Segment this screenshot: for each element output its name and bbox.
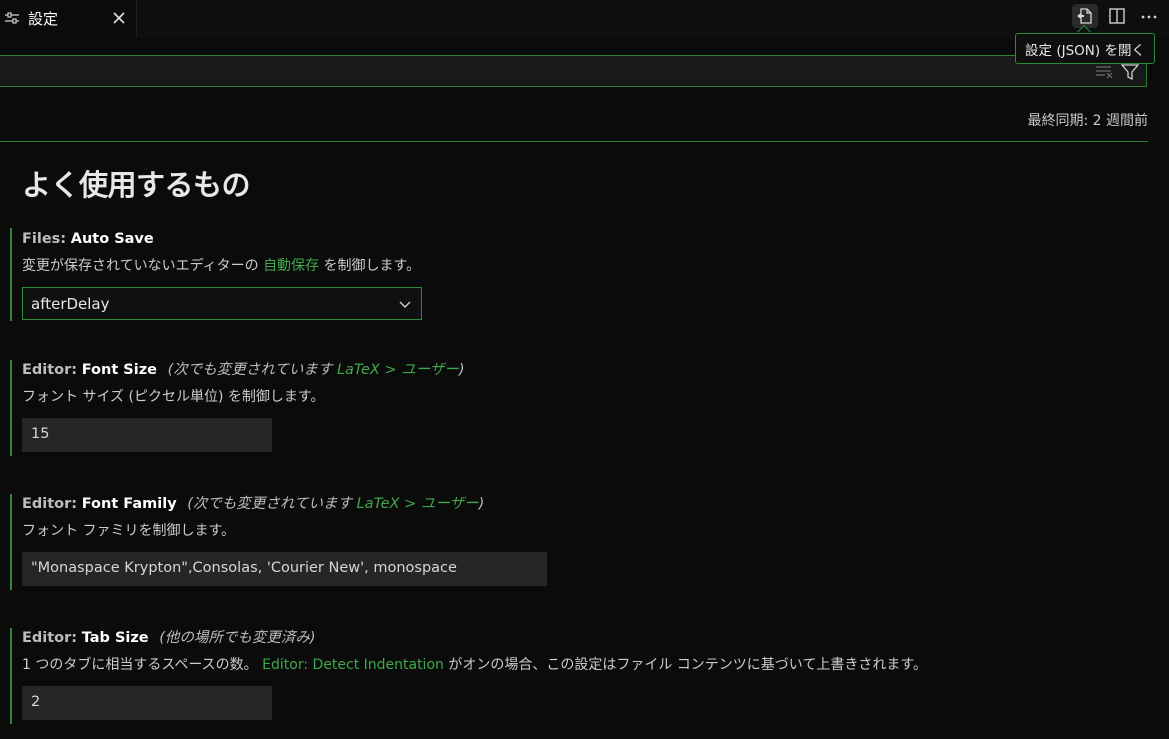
setting-description: 1 つのタブに相当するスペースの数。 Editor: Detect Indent…	[22, 656, 1140, 674]
setting-category: Editor:	[22, 362, 78, 378]
latex-user-link[interactable]: LaTeX > ユーザー	[357, 496, 479, 512]
clear-filter-icon[interactable]	[1095, 63, 1115, 81]
description-text: 1 つのタブに相当するスペースの数。	[22, 657, 258, 673]
setting-key: Font Family	[81, 496, 177, 512]
input-value: 15	[31, 426, 50, 442]
detect-indentation-link[interactable]: Editor: Detect Indentation	[262, 657, 444, 673]
description-text: がオンの場合、この設定はファイル コンテンツに基づいて上書きされます。	[448, 657, 927, 673]
settings-sliders-icon	[4, 10, 20, 26]
input-value: "Monaspace Krypton",Consolas, 'Courier N…	[31, 560, 457, 576]
setting-title: Editor: Font Size (次でも変更されています LaTeX > ユ…	[22, 360, 1140, 380]
setting-title: Files: Auto Save	[22, 229, 1140, 249]
tab-size-input[interactable]: 2	[22, 686, 272, 720]
split-editor-icon[interactable]	[1104, 4, 1130, 28]
setting-editor-tab-size: Editor: Tab Size (他の場所でも変更済み) 1 つのタブに相当す…	[10, 628, 1140, 724]
input-value: 2	[31, 694, 41, 710]
auto-save-dropdown[interactable]: afterDelay	[22, 287, 422, 320]
open-json-icon[interactable]	[1072, 4, 1098, 28]
tab-settings[interactable]: 設定	[0, 0, 137, 38]
setting-editor-font-size: Editor: Font Size (次でも変更されています LaTeX > ユ…	[10, 360, 1140, 456]
setting-description: 変更が保存されていないエディターの 自動保存 を制御します。	[22, 257, 1140, 275]
setting-editor-font-family: Editor: Font Family (次でも変更されています LaTeX >…	[10, 494, 1140, 590]
note-text: )	[478, 496, 485, 512]
modified-note: (次でも変更されています LaTeX > ユーザー)	[168, 362, 465, 378]
header-divider	[0, 141, 1148, 142]
setting-category: Editor:	[22, 496, 78, 512]
setting-title: Editor: Tab Size (他の場所でも変更済み)	[22, 628, 1140, 648]
note-text: (次でも変更されています	[167, 362, 333, 378]
filter-icon[interactable]	[1120, 63, 1140, 81]
setting-title: Editor: Font Family (次でも変更されています LaTeX >…	[22, 494, 1140, 514]
sync-status: 最終同期: 2 週間前	[1027, 113, 1148, 129]
open-json-tooltip: 設定 (JSON) を開く	[1015, 33, 1155, 64]
description-text: を制御します。	[323, 258, 421, 274]
note-text: (次でも変更されています	[187, 496, 352, 512]
close-icon[interactable]	[110, 9, 128, 27]
latex-user-link[interactable]: LaTeX > ユーザー	[337, 362, 459, 378]
setting-key: Tab Size	[81, 630, 149, 646]
font-size-input[interactable]: 15	[22, 418, 272, 452]
modified-note: (次でも変更されています LaTeX > ユーザー)	[187, 496, 484, 512]
search-input[interactable]	[7, 61, 1087, 81]
setting-files-auto-save: Files: Auto Save 変更が保存されていないエディターの 自動保存 …	[10, 228, 1140, 321]
setting-description: フォント サイズ (ピクセル単位) を制御します。	[22, 389, 325, 405]
setting-key: Font Size	[81, 362, 157, 378]
setting-category: Editor:	[22, 630, 78, 646]
setting-category: Files:	[22, 231, 67, 247]
modified-note: (他の場所でも変更済み)	[159, 630, 316, 646]
setting-key: Auto Save	[70, 231, 154, 247]
settings-search-box[interactable]	[0, 55, 1147, 87]
section-title: よく使用するもの	[22, 168, 251, 202]
chevron-down-icon	[398, 297, 412, 311]
font-family-input[interactable]: "Monaspace Krypton",Consolas, 'Courier N…	[22, 552, 547, 586]
editor-tab-bar: 設定	[0, 0, 1169, 38]
note-text: )	[458, 362, 465, 378]
setting-description: フォント ファミリを制御します。	[22, 523, 236, 539]
dropdown-value: afterDelay	[31, 295, 110, 313]
auto-save-link[interactable]: 自動保存	[263, 258, 319, 274]
description-text: 変更が保存されていないエディターの	[22, 258, 259, 274]
more-actions-icon[interactable]	[1136, 4, 1162, 28]
tab-label: 設定	[28, 10, 59, 28]
